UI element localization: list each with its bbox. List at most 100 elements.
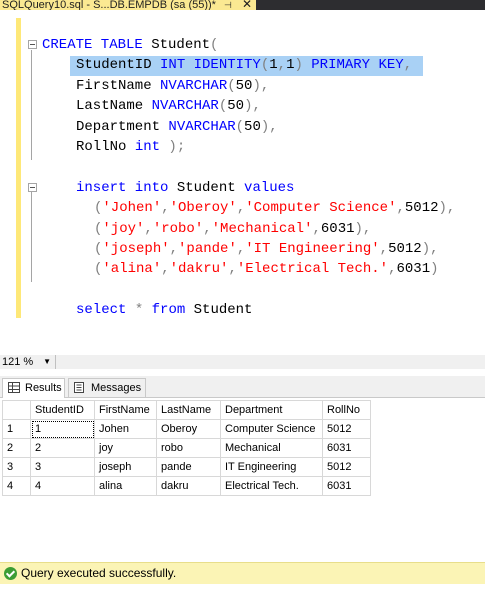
- row-number-header[interactable]: [2, 400, 31, 420]
- chevron-down-icon: ▼: [43, 357, 51, 366]
- code-token: 50: [227, 98, 245, 115]
- column-header[interactable]: RollNo: [322, 400, 371, 420]
- code-line[interactable]: FirstName NVARCHAR(50),: [42, 76, 455, 96]
- collapse-icon[interactable]: [28, 40, 37, 49]
- code-line[interactable]: ('joy','robo','Mechanical',6031),: [42, 219, 455, 239]
- table-cell[interactable]: 2: [30, 438, 95, 458]
- change-indicator-bar: [16, 18, 21, 318]
- table-cell[interactable]: Electrical Tech.: [220, 476, 323, 496]
- table-cell[interactable]: 3: [30, 457, 95, 477]
- code-token: 5012: [388, 240, 422, 257]
- table-cell[interactable]: Computer Science: [220, 419, 323, 439]
- tab-results-label: Results: [25, 382, 62, 394]
- code-line[interactable]: Department NVARCHAR(50),: [42, 117, 455, 137]
- code-line[interactable]: CREATE TABLE Student(: [42, 35, 455, 55]
- query-document-tab[interactable]: SQLQuery10.sql - S...DB.EMPDB (sa (55))*…: [0, 0, 256, 10]
- code-line[interactable]: insert into Student values: [42, 178, 455, 198]
- code-token: 6031: [396, 261, 431, 278]
- table-cell[interactable]: Oberoy: [156, 419, 221, 439]
- outline-line: [31, 192, 32, 282]
- table-cell[interactable]: dakru: [156, 476, 221, 496]
- table-cell[interactable]: robo: [156, 438, 221, 458]
- code-line[interactable]: RollNo int );: [42, 137, 455, 157]
- code-token: RollNo: [76, 138, 135, 155]
- table-cell[interactable]: IT Engineering: [220, 457, 323, 477]
- table-cell[interactable]: pande: [156, 457, 221, 477]
- tab-messages-label: Messages: [91, 382, 142, 394]
- table-cell[interactable]: alina: [94, 476, 157, 496]
- code-token: 'Mechanical': [211, 220, 313, 237]
- code-token: (: [227, 77, 236, 94]
- query-editor[interactable]: CREATE TABLE Student(StudentID INT IDENT…: [0, 10, 485, 353]
- code-token: ): [294, 57, 303, 74]
- table-cell[interactable]: joseph: [94, 457, 157, 477]
- table-cell[interactable]: Mechanical: [220, 438, 323, 458]
- code-token: Student: [142, 37, 211, 53]
- code-token: ,: [379, 240, 389, 257]
- code-token: FirstName: [76, 77, 161, 94]
- table-cell[interactable]: Johen: [94, 419, 157, 439]
- collapse-icon[interactable]: [28, 183, 37, 192]
- grid-icon: [8, 382, 20, 393]
- row-number-cell[interactable]: 3: [2, 457, 31, 477]
- code-token: 1: [269, 57, 278, 74]
- code-token: Student: [185, 302, 253, 319]
- row-number-cell[interactable]: 4: [2, 476, 31, 496]
- messages-icon: [74, 382, 84, 393]
- code-line[interactable]: select * from Student: [42, 300, 455, 320]
- code-token: 'Computer Science': [245, 200, 397, 217]
- table-cell[interactable]: joy: [94, 438, 157, 458]
- table-cell[interactable]: 6031: [322, 476, 371, 496]
- code-token: NVARCHAR: [151, 98, 219, 115]
- table-cell[interactable]: 4: [30, 476, 95, 496]
- table-row[interactable]: 3 3 joseph pande IT Engineering 5012: [2, 457, 371, 477]
- row-number-cell[interactable]: 2: [2, 438, 31, 458]
- code-token: from: [151, 302, 186, 319]
- code-token: 'Oberoy': [169, 200, 237, 217]
- code-token: NVARCHAR: [168, 118, 236, 135]
- code-token: 50: [235, 77, 253, 94]
- zoom-dropdown[interactable]: 121 % ▼: [0, 355, 56, 369]
- zoom-value: 121 %: [2, 356, 34, 368]
- table-row[interactable]: 4 4 alina dakru Electrical Tech. 6031: [2, 476, 371, 496]
- tab-results[interactable]: Results: [2, 378, 65, 399]
- code-line[interactable]: ('Johen','Oberoy','Computer Science',501…: [42, 198, 455, 218]
- code-token: ,: [396, 200, 405, 217]
- pin-icon[interactable]: ⊣: [224, 0, 232, 10]
- results-grid[interactable]: StudentID FirstName LastName Department …: [0, 398, 485, 558]
- table-row[interactable]: 1 1 Johen Oberoy Computer Science 5012: [2, 419, 371, 439]
- close-icon[interactable]: ✕: [242, 0, 252, 10]
- code-token: ,: [403, 57, 413, 74]
- column-header[interactable]: LastName: [156, 400, 221, 420]
- column-header[interactable]: Department: [220, 400, 323, 420]
- code-token: 50: [244, 118, 261, 135]
- table-row[interactable]: 2 2 joy robo Mechanical 6031: [2, 438, 371, 458]
- code-line[interactable]: StudentID INT IDENTITY(1,1) PRIMARY KEY,: [42, 55, 455, 75]
- code-token: 'alina': [102, 261, 162, 278]
- code-token: (: [260, 57, 270, 74]
- table-cell[interactable]: 1: [30, 419, 95, 439]
- code-line[interactable]: ('alina','dakru','Electrical Tech.',6031…: [42, 259, 455, 279]
- code-line[interactable]: [42, 157, 455, 177]
- sql-code[interactable]: CREATE TABLE Student(StudentID INT IDENT…: [42, 35, 455, 320]
- table-cell[interactable]: 5012: [322, 457, 371, 477]
- code-token: INT IDENTITY: [160, 57, 261, 74]
- row-number-cell[interactable]: 1: [2, 419, 31, 439]
- status-bar: Query executed successfully.: [0, 562, 485, 584]
- column-header[interactable]: FirstName: [94, 400, 157, 420]
- code-line[interactable]: ('joseph','pande','IT Engineering',5012)…: [42, 239, 455, 259]
- results-table: StudentID FirstName LastName Department …: [2, 400, 371, 496]
- code-line[interactable]: [42, 280, 455, 300]
- column-header[interactable]: StudentID: [30, 400, 95, 420]
- code-token: LastName: [76, 98, 152, 115]
- code-token: (: [235, 118, 245, 135]
- success-check-icon: [4, 567, 17, 580]
- code-token: Department: [76, 118, 169, 135]
- code-line[interactable]: LastName NVARCHAR(50),: [42, 96, 455, 116]
- code-token: 'Electrical Tech.': [236, 261, 389, 278]
- table-cell[interactable]: 5012: [322, 419, 371, 439]
- tab-messages[interactable]: Messages: [68, 378, 146, 398]
- code-token: 'joy': [102, 220, 145, 237]
- table-cell[interactable]: 6031: [322, 438, 371, 458]
- code-token: insert into: [76, 179, 169, 196]
